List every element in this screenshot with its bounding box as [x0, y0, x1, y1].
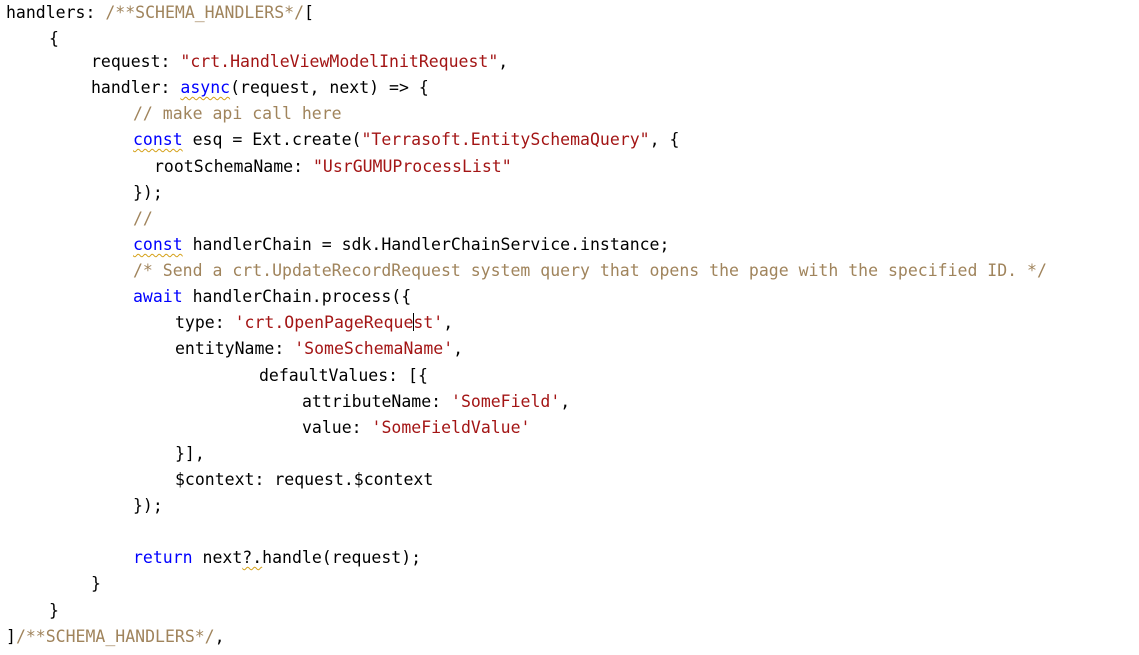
code-token-string: "crt.HandleViewModelInitRequest"	[180, 52, 499, 71]
code-line-attribute-name-line[interactable]: attributeName: 'SomeField',	[302, 389, 570, 415]
code-token-plain: handlerChain.process({	[182, 287, 412, 306]
code-line-close-default-line[interactable]: }],	[175, 441, 205, 467]
code-token-plain: handler:	[91, 78, 181, 97]
code-token-plain: });	[133, 183, 163, 202]
code-line-await-process-line[interactable]: await handlerChain.process({	[133, 284, 411, 310]
code-line-const-esq-line[interactable]: const esq = Ext.create("Terrasoft.Entity…	[133, 127, 679, 153]
code-line-close-process-line[interactable]: });	[133, 493, 163, 519]
code-line-open-brace-line[interactable]: {	[49, 26, 59, 52]
code-token-string: 'SomeSchemaName'	[294, 339, 454, 358]
code-token-plain: esq = Ext.create(	[182, 130, 362, 149]
code-line-entity-name-line[interactable]: entityName: 'SomeSchemaName',	[175, 336, 463, 362]
code-token-plain: value:	[302, 418, 372, 437]
code-line-comment-api-line[interactable]: // make api call here	[133, 101, 342, 127]
code-token-plain: }	[49, 601, 59, 620]
code-line-close-object-line[interactable]: }	[49, 598, 59, 624]
code-token-plain: handle(request);	[262, 548, 422, 567]
code-token-string: "UsrGUMUProcessList"	[312, 157, 512, 176]
code-line-context-line[interactable]: $context: request.$context	[175, 467, 433, 493]
code-token-plain: ]	[6, 627, 16, 646]
code-editor[interactable]: handlers: /**SCHEMA_HANDLERS*/[{request:…	[0, 0, 1139, 655]
code-token-plain: }],	[175, 444, 205, 463]
code-line-close-handler-line[interactable]: }	[91, 571, 101, 597]
code-line-type-line[interactable]: type: 'crt.OpenPageRequest',	[175, 310, 453, 336]
code-token-string: 'SomeFieldValue'	[371, 418, 531, 437]
code-token-plain: (request, next) => {	[230, 78, 429, 97]
code-line-root-schema-line[interactable]: rootSchemaName: "UsrGUMUProcessList"	[154, 154, 512, 180]
code-token-comment: /**SCHEMA_HANDLERS*/	[105, 3, 305, 22]
code-token-plain: ,	[453, 339, 464, 358]
code-token-plain: next	[192, 548, 243, 567]
code-token-string: 'SomeField'	[451, 392, 561, 411]
code-token-string: "Terrasoft.EntitySchemaQuery"	[361, 130, 650, 149]
code-line-empty-comment-line[interactable]: //	[133, 206, 153, 232]
code-token-keyword: const	[133, 235, 183, 254]
code-token-plain: attributeName:	[302, 392, 452, 411]
code-token-plain: defaultValues: [{	[259, 366, 428, 385]
code-token-plain: ?.	[242, 548, 263, 567]
code-line-close-create-line[interactable]: });	[133, 180, 163, 206]
code-line-close-handlers-line[interactable]: ]/**SCHEMA_HANDLERS*/,	[6, 624, 225, 650]
code-token-plain: handlers:	[6, 3, 106, 22]
code-token-string: 'crt.OpenPageReque	[234, 313, 414, 332]
code-line-request-line[interactable]: request: "crt.HandleViewModelInitRequest…	[91, 49, 508, 75]
code-line-handler-line[interactable]: handler: async(request, next) => {	[91, 75, 429, 101]
code-token-plain: $context: request.$context	[175, 470, 434, 489]
code-token-plain: });	[133, 496, 163, 515]
code-token-plain: }	[91, 574, 101, 593]
code-token-string: st'	[413, 313, 444, 332]
code-token-plain: ,	[498, 52, 509, 71]
code-line-handlers-line[interactable]: handlers: /**SCHEMA_HANDLERS*/[	[6, 0, 314, 26]
code-token-comment: /**SCHEMA_HANDLERS*/	[15, 627, 215, 646]
code-token-plain: {	[49, 29, 59, 48]
code-token-plain: ,	[443, 313, 454, 332]
code-line-const-chain-line[interactable]: const handlerChain = sdk.HandlerChainSer…	[133, 232, 669, 258]
code-token-plain: rootSchemaName:	[154, 157, 313, 176]
code-token-comment: // make api call here	[133, 104, 342, 123]
code-line-default-values-line[interactable]: defaultValues: [{	[259, 363, 428, 389]
code-line-return-line[interactable]: return next?.handle(request);	[133, 545, 421, 571]
code-token-plain: ,	[214, 627, 225, 646]
code-token-keyword: async	[180, 78, 231, 97]
code-token-plain: , {	[649, 130, 680, 149]
code-line-send-comment-line[interactable]: /* Send a crt.UpdateRecordRequest system…	[133, 258, 1047, 284]
code-token-keyword: await	[133, 287, 183, 306]
code-token-plain: type:	[175, 313, 235, 332]
code-token-plain: handlerChain = sdk.HandlerChainService.i…	[182, 235, 670, 254]
code-token-comment: //	[133, 209, 153, 228]
code-line-value-line[interactable]: value: 'SomeFieldValue'	[302, 415, 531, 441]
code-token-comment: /* Send a crt.UpdateRecordRequest system…	[133, 261, 1047, 280]
code-token-keyword: return	[133, 548, 193, 567]
code-token-plain: request:	[91, 52, 181, 71]
code-token-plain: [	[304, 3, 314, 22]
code-token-plain: entityName:	[175, 339, 295, 358]
code-token-keyword: const	[133, 130, 183, 149]
code-token-plain: ,	[560, 392, 571, 411]
